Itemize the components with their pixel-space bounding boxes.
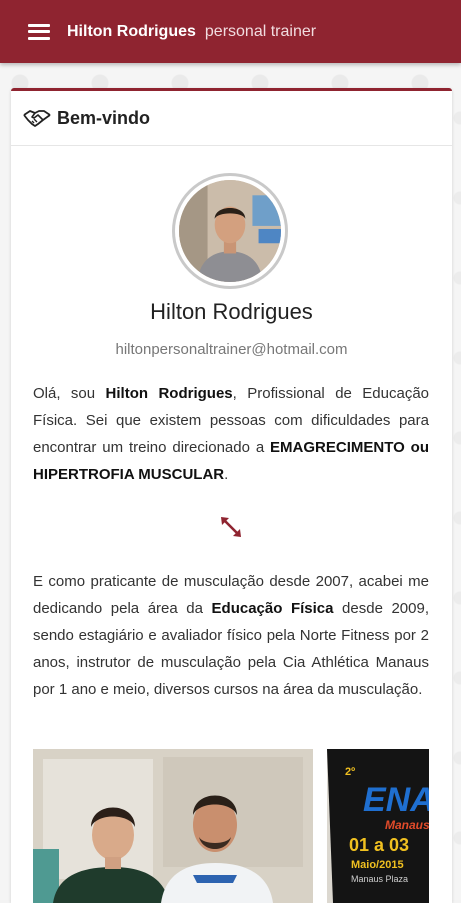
card-title: Bem-vindo	[57, 107, 151, 128]
intro-paragraph: Olá, sou Hilton Rodrigues, Profissional …	[33, 380, 429, 488]
app-title: Hilton Rodrigues	[67, 22, 196, 40]
intro-text-3: .	[224, 466, 229, 483]
intro-name-bold: Hilton Rodrigues	[105, 385, 233, 402]
poster-month: Maio/2015	[351, 859, 404, 871]
poster-dates: 01 a 03	[349, 835, 409, 855]
intro-text-1: Olá, sou	[33, 385, 106, 402]
profile-name: Hilton Rodrigues	[150, 299, 313, 324]
career-paragraph: E como praticante de musculação desde 20…	[33, 568, 429, 703]
card-header: Bem-vindo	[11, 91, 452, 146]
handshake-icon	[23, 110, 51, 127]
expand-arrows-icon[interactable]	[218, 514, 244, 540]
app-subtitle: personal trainer	[204, 22, 317, 40]
career-field-bold: Educação Física	[211, 600, 334, 617]
svg-text:2º: 2º	[345, 766, 355, 778]
avatar	[172, 173, 288, 289]
event-photo: 2º ENAF Manaus 01 a 03 Maio/2015 Manaus …	[33, 749, 429, 903]
poster-subtitle: Manaus	[385, 818, 429, 832]
profile-photo	[179, 180, 281, 282]
poster-venue: Manaus Plaza	[351, 874, 408, 884]
poster-title: ENAF	[363, 781, 429, 819]
hamburger-menu-icon[interactable]	[28, 23, 50, 40]
welcome-card: Bem-vindo Hilton Rodrigues hiltonpersona…	[11, 88, 452, 903]
profile-email[interactable]: hiltonpersonaltrainer@hotmail.com	[11, 341, 452, 358]
event-photo-image: 2º ENAF Manaus 01 a 03 Maio/2015 Manaus …	[33, 749, 429, 903]
app-bar: Hilton Rodrigues personal trainer	[0, 0, 461, 63]
